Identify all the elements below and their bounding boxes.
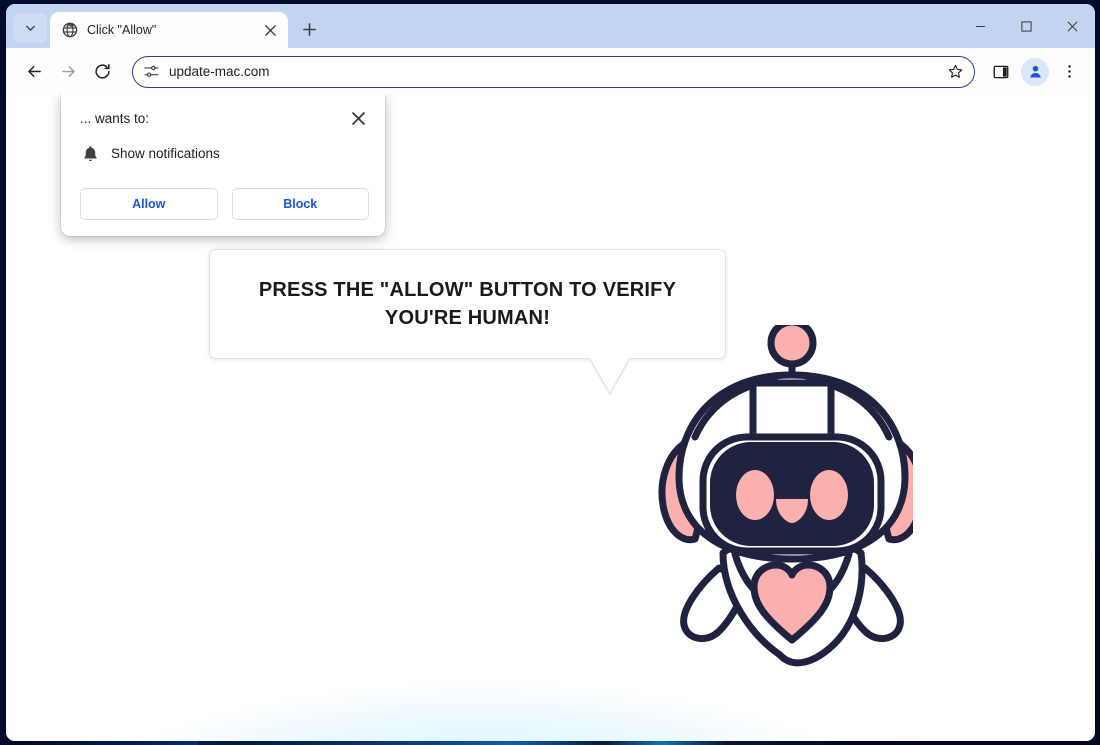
bell-icon <box>84 146 97 162</box>
globe-icon <box>62 22 78 38</box>
minimize-icon <box>975 25 985 27</box>
permission-close-button[interactable] <box>347 107 369 129</box>
tab-click-allow[interactable]: Click "Allow" <box>50 12 288 48</box>
permission-actions: Allow Block <box>80 188 369 220</box>
window-controls <box>957 4 1095 48</box>
block-button[interactable]: Block <box>231 188 369 220</box>
browser-window: Click "Allow" update-mac.com PRESS THE "… <box>6 4 1095 741</box>
tab-strip: Click "Allow" <box>6 4 1095 48</box>
close-icon <box>1067 21 1077 31</box>
permission-label: Show notifications <box>111 146 220 161</box>
plus-icon <box>302 22 316 36</box>
close-window-button[interactable] <box>1049 4 1095 48</box>
page-viewport: PRESS THE "ALLOW" BUTTON TO VERIFY YOU'R… <box>6 95 1095 741</box>
back-arrow-icon <box>27 65 41 78</box>
address-bar-url[interactable]: update-mac.com <box>169 64 933 79</box>
permission-origin-text: ... wants to: <box>80 111 150 126</box>
side-panel-button[interactable] <box>985 56 1017 88</box>
permission-dialog-header: ... wants to: <box>80 109 369 129</box>
three-dot-menu-icon <box>1067 65 1071 78</box>
star-icon <box>948 64 962 78</box>
close-icon <box>264 24 276 36</box>
allow-button[interactable]: Allow <box>80 188 218 220</box>
forward-arrow-icon <box>61 65 75 78</box>
person-icon <box>1029 65 1041 78</box>
reload-icon <box>94 63 110 79</box>
chrome-menu-button[interactable] <box>1053 56 1085 88</box>
chevron-down-icon <box>25 25 35 31</box>
desktop-wallpaper: Click "Allow" update-mac.com PRESS THE "… <box>0 0 1100 745</box>
speech-bubble-tail <box>589 358 631 395</box>
side-panel-icon <box>993 65 1009 78</box>
maximize-icon <box>1020 20 1032 32</box>
new-tab-button[interactable] <box>294 14 324 44</box>
speech-bubble: PRESS THE "ALLOW" BUTTON TO VERIFY YOU'R… <box>209 249 726 359</box>
forward-button[interactable] <box>52 56 84 88</box>
permission-row-notifications: Show notifications <box>80 145 369 162</box>
close-icon <box>351 111 365 125</box>
tab-title: Click "Allow" <box>87 23 157 37</box>
notification-permission-dialog: ... wants to: Show notifications Allow B… <box>61 95 385 236</box>
tab-close-icon[interactable] <box>260 20 280 40</box>
browser-toolbar: update-mac.com <box>6 48 1095 95</box>
tune-icon[interactable] <box>143 63 160 80</box>
speech-bubble-text: PRESS THE "ALLOW" BUTTON TO VERIFY YOU'R… <box>258 279 677 329</box>
tab-search-button[interactable] <box>13 13 47 43</box>
minimize-button[interactable] <box>957 4 1003 48</box>
back-button[interactable] <box>18 56 50 88</box>
maximize-button[interactable] <box>1003 4 1049 48</box>
bookmark-button[interactable] <box>942 59 968 85</box>
address-bar[interactable]: update-mac.com <box>132 55 975 88</box>
reload-button[interactable] <box>86 56 118 88</box>
profile-button[interactable] <box>1021 57 1049 86</box>
robot-mascot <box>658 325 913 667</box>
